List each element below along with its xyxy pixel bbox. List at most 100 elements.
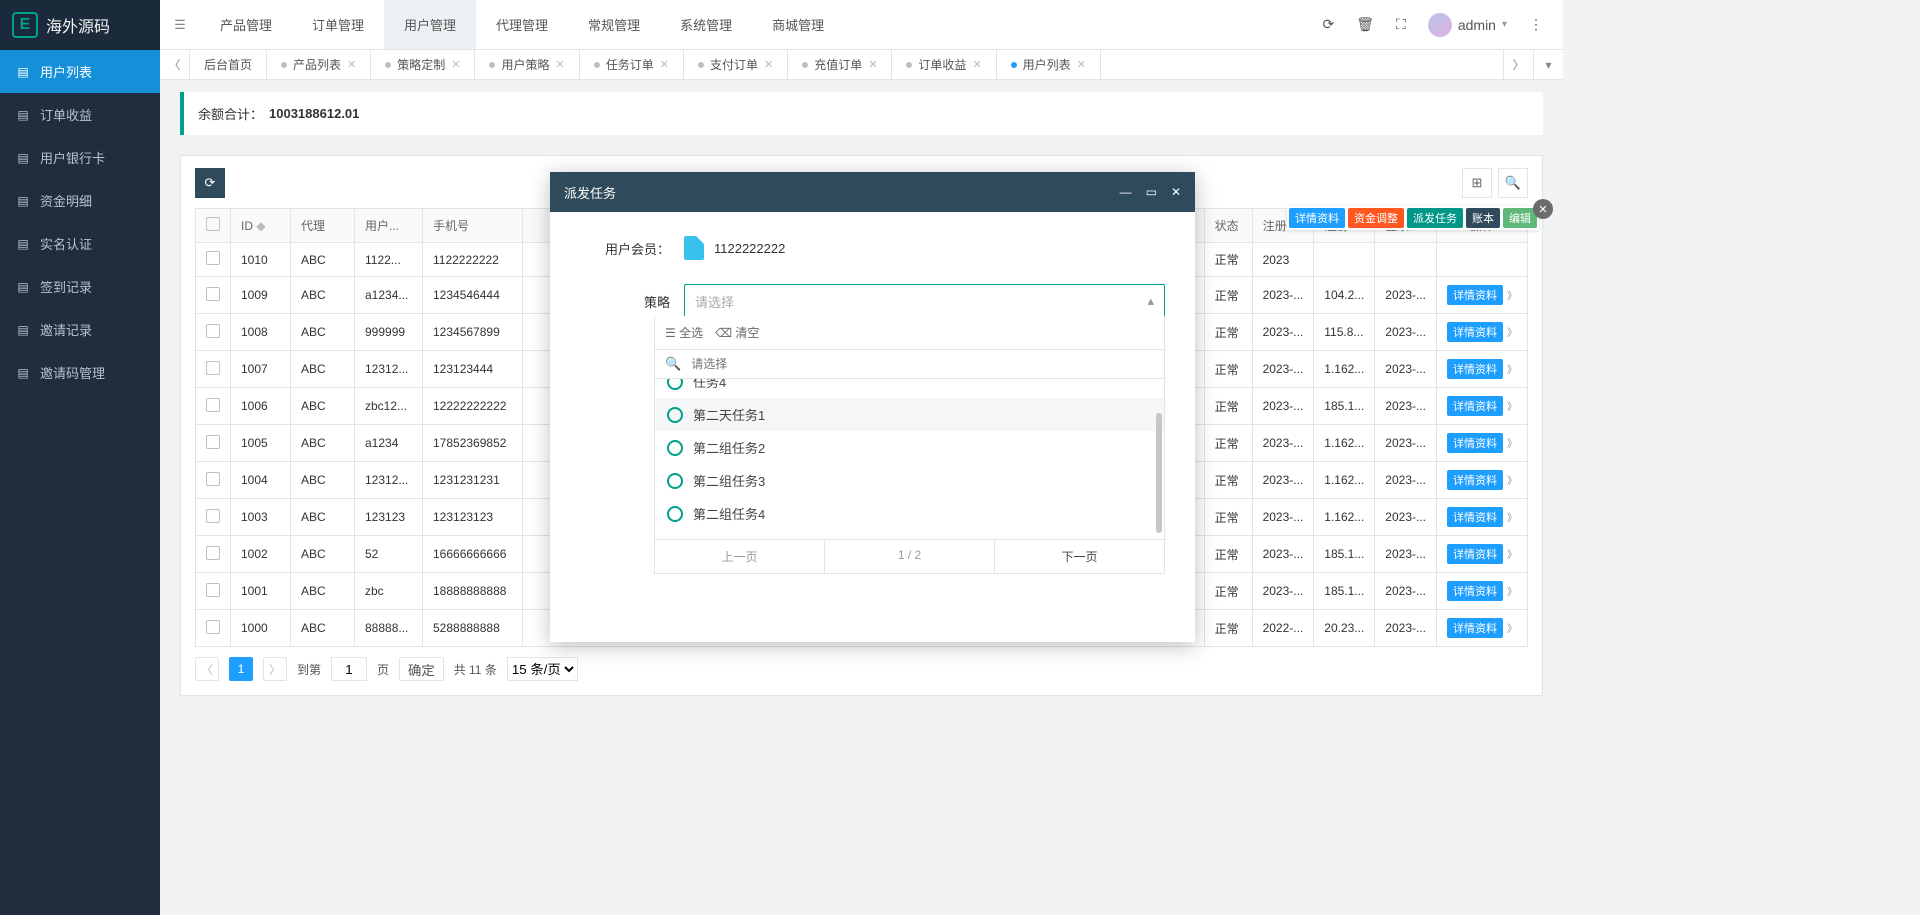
tab-close-icon[interactable]: ✕ [660, 58, 669, 71]
fullscreen-icon[interactable]: ⛶ [1396, 16, 1406, 33]
nav-item-4[interactable]: 常规管理 [568, 0, 660, 49]
tab-4[interactable]: 任务订单✕ [580, 50, 684, 79]
nav-item-5[interactable]: 系统管理 [660, 0, 752, 49]
ops-more-icon[interactable]: 》 [1507, 328, 1517, 339]
dropdown-option-0[interactable]: 任务4 [655, 379, 1164, 398]
row-checkbox[interactable] [206, 620, 220, 634]
row-checkbox[interactable] [206, 509, 220, 523]
minimize-icon[interactable]: ― [1120, 185, 1132, 199]
tab-more-menu[interactable]: ▾ [1533, 50, 1563, 79]
op-detail-button[interactable]: 详情资料 [1289, 208, 1345, 228]
row-checkbox[interactable] [206, 398, 220, 412]
row-checkbox[interactable] [206, 324, 220, 338]
row-checkbox[interactable] [206, 435, 220, 449]
tab-7[interactable]: 订单收益✕ [892, 50, 996, 79]
nav-item-0[interactable]: 产品管理 [200, 0, 292, 49]
trash-icon[interactable]: 🗑 [1356, 16, 1374, 33]
op-detail-button[interactable]: 详情资料 [1447, 359, 1503, 379]
pager-confirm[interactable]: 确定 [399, 657, 444, 681]
row-checkbox[interactable] [206, 361, 220, 375]
tab-6[interactable]: 充值订单✕ [788, 50, 892, 79]
dropdown-option-3[interactable]: 第二组任务3 [655, 464, 1164, 497]
select-all-checkbox[interactable] [206, 217, 220, 231]
row-ops-close[interactable]: ✕ [1533, 199, 1553, 219]
dropdown-select-all[interactable]: ☰ 全选 [665, 324, 703, 341]
maximize-icon[interactable]: ▭ [1146, 185, 1157, 199]
op-detail-button[interactable]: 详情资料 [1447, 618, 1503, 638]
tab-close-icon[interactable]: ✕ [1077, 58, 1086, 71]
op-detail-button[interactable]: 详情资料 [1447, 544, 1503, 564]
op-detail-button[interactable]: 详情资料 [1447, 507, 1503, 527]
dropdown-clear[interactable]: ⌫ 清空 [715, 324, 759, 341]
col-id[interactable]: ID ◆ [231, 209, 291, 243]
sidebar-item-5[interactable]: ▤签到记录 [0, 265, 160, 308]
op-detail-button[interactable]: 详情资料 [1447, 470, 1503, 490]
tab-3[interactable]: 用户策略✕ [475, 50, 579, 79]
op-funds-button[interactable]: 资金调整 [1348, 208, 1404, 228]
sidebar-item-3[interactable]: ▤资金明细 [0, 179, 160, 222]
more-icon[interactable]: ⋮ [1529, 16, 1543, 33]
pager-goto-input[interactable] [331, 657, 367, 681]
dropdown-scrollbar[interactable] [1156, 413, 1162, 533]
search-button[interactable]: 🔍 [1498, 168, 1528, 198]
tab-close-icon[interactable]: ✕ [556, 58, 565, 71]
row-checkbox[interactable] [206, 251, 220, 265]
ops-more-icon[interactable]: 》 [1507, 402, 1517, 413]
tab-1[interactable]: 产品列表✕ [267, 50, 371, 79]
row-checkbox[interactable] [206, 472, 220, 486]
op-detail-button[interactable]: 详情资料 [1447, 285, 1503, 305]
ops-more-icon[interactable]: 》 [1507, 291, 1517, 302]
ops-more-icon[interactable]: 》 [1507, 587, 1517, 598]
nav-item-3[interactable]: 代理管理 [476, 0, 568, 49]
op-detail-button[interactable]: 详情资料 [1447, 581, 1503, 601]
dropdown-search-input[interactable] [689, 356, 1154, 372]
ops-more-icon[interactable]: 》 [1507, 550, 1517, 561]
ops-more-icon[interactable]: 》 [1507, 624, 1517, 635]
refresh-icon[interactable]: ⟳ [1323, 16, 1335, 33]
tab-scroll-right[interactable]: 〉 [1503, 50, 1533, 79]
tab-scroll-left[interactable]: 〈 [160, 50, 190, 79]
tab-close-icon[interactable]: ✕ [764, 58, 773, 71]
tab-2[interactable]: 策略定制✕ [371, 50, 475, 79]
tab-8[interactable]: 用户列表✕ [997, 50, 1101, 79]
tab-close-icon[interactable]: ✕ [451, 58, 460, 71]
op-detail-button[interactable]: 详情资料 [1447, 433, 1503, 453]
row-checkbox[interactable] [206, 546, 220, 560]
ops-more-icon[interactable]: 》 [1507, 439, 1517, 450]
sidebar-item-0[interactable]: ▤用户列表 [0, 50, 160, 93]
ops-more-icon[interactable]: 》 [1507, 513, 1517, 524]
op-dispatch-button[interactable]: 派发任务 [1407, 208, 1463, 228]
op-detail-button[interactable]: 详情资料 [1447, 396, 1503, 416]
op-edit-button[interactable]: 编辑 [1503, 208, 1537, 228]
tab-5[interactable]: 支付订单✕ [684, 50, 788, 79]
sidebar-item-1[interactable]: ▤订单收益 [0, 93, 160, 136]
dropdown-next-page[interactable]: 下一页 [995, 540, 1164, 573]
nav-item-6[interactable]: 商城管理 [752, 0, 844, 49]
ops-more-icon[interactable]: 》 [1507, 365, 1517, 376]
dropdown-option-2[interactable]: 第二组任务2 [655, 431, 1164, 464]
row-checkbox[interactable] [206, 583, 220, 597]
refresh-button[interactable]: ⟳ [195, 168, 225, 198]
close-icon[interactable]: ✕ [1171, 185, 1181, 199]
pager-page-1[interactable]: 1 [229, 657, 253, 681]
dropdown-prev-page[interactable]: 上一页 [655, 540, 825, 573]
sidebar-item-4[interactable]: ▤实名认证 [0, 222, 160, 265]
dropdown-option-4[interactable]: 第二组任务4 [655, 497, 1164, 530]
tab-close-icon[interactable]: ✕ [972, 58, 981, 71]
pager-prev[interactable]: 〈 [195, 657, 219, 681]
strategy-select[interactable]: 请选择 ▴ [684, 284, 1165, 318]
sidebar-collapse-button[interactable]: ☰ [160, 0, 200, 49]
sidebar-item-7[interactable]: ▤邀请码管理 [0, 351, 160, 394]
columns-button[interactable]: ⊞ [1462, 168, 1492, 198]
op-ledger-button[interactable]: 账本 [1466, 208, 1500, 228]
dropdown-option-5[interactable]: 第二组任务5 [655, 530, 1164, 539]
tab-close-icon[interactable]: ✕ [868, 58, 877, 71]
op-detail-button[interactable]: 详情资料 [1447, 322, 1503, 342]
sidebar-item-2[interactable]: ▤用户银行卡 [0, 136, 160, 179]
pager-next[interactable]: 〉 [263, 657, 287, 681]
user-menu[interactable]: admin ▾ [1428, 13, 1507, 37]
ops-more-icon[interactable]: 》 [1507, 476, 1517, 487]
tab-close-icon[interactable]: ✕ [347, 58, 356, 71]
sidebar-item-6[interactable]: ▤邀请记录 [0, 308, 160, 351]
nav-item-1[interactable]: 订单管理 [292, 0, 384, 49]
